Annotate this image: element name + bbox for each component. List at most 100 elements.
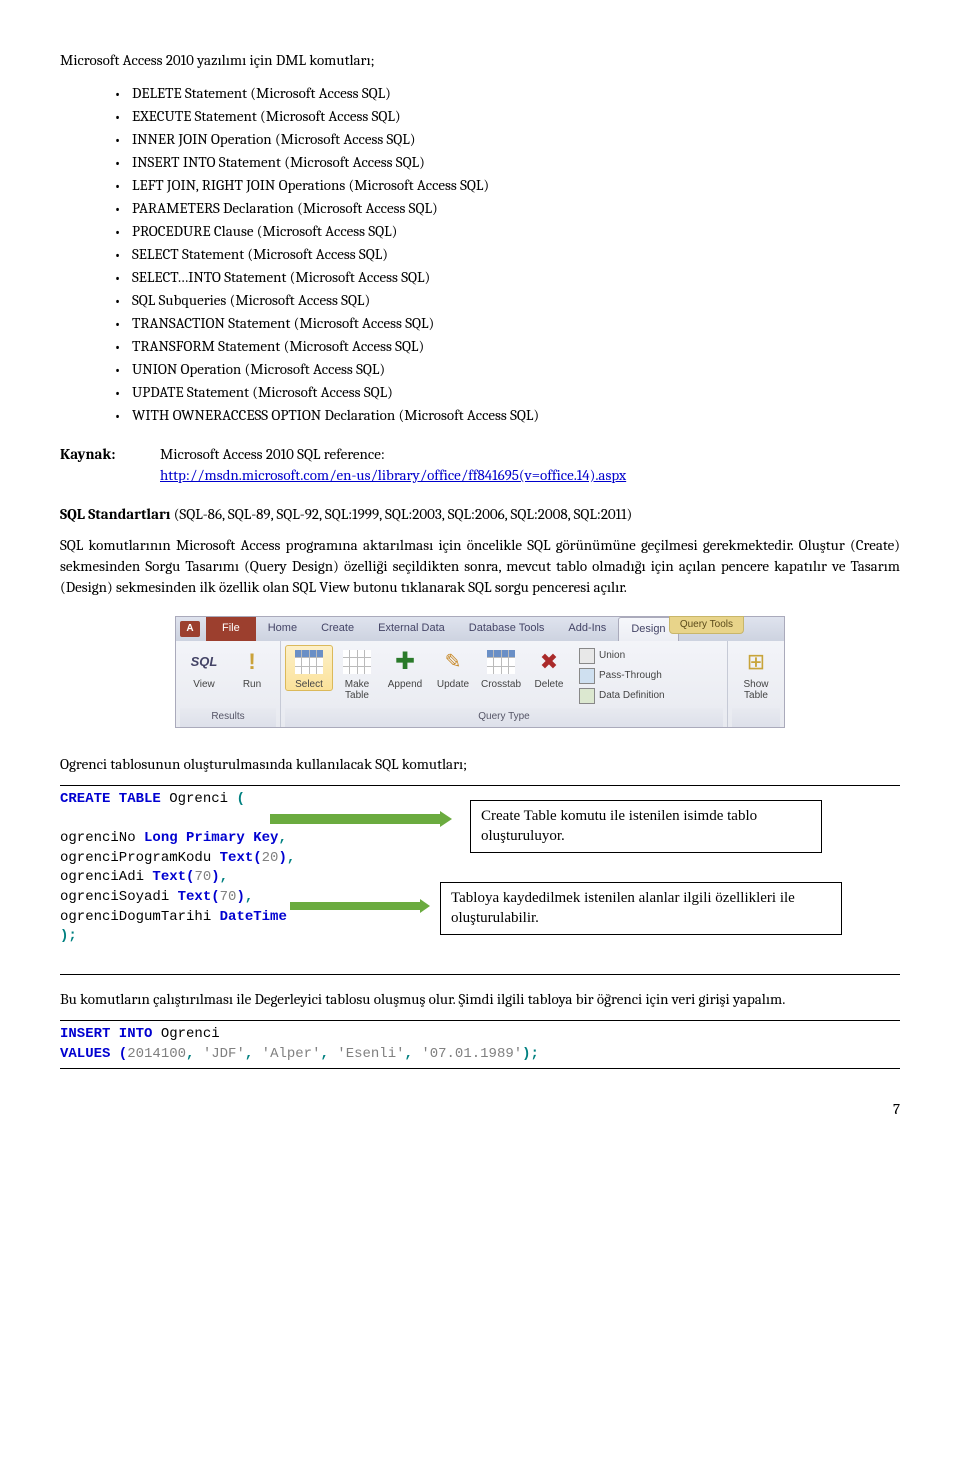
sql-view-icon: SQL bbox=[191, 653, 218, 671]
select-icon bbox=[294, 647, 324, 677]
delete-button[interactable]: ✖ Delete bbox=[525, 645, 573, 690]
code-text: CREATE TABLE bbox=[60, 791, 169, 807]
show-table-icon: ⊞ bbox=[741, 647, 771, 677]
instructions-para: SQL komutlarının Microsoft Access progra… bbox=[60, 535, 900, 598]
code-text: Text( bbox=[152, 869, 194, 885]
list-item: DELETE Statement (Microsoft Access SQL) bbox=[114, 83, 900, 104]
code-text: , bbox=[278, 830, 286, 846]
show-table-button[interactable]: ⊞ Show Table bbox=[732, 645, 780, 701]
code-text: '07.01.1989' bbox=[421, 1046, 522, 1062]
view-label: View bbox=[193, 679, 215, 690]
query-tools-badge: Query Tools bbox=[669, 616, 744, 634]
intro-text: Microsoft Access 2010 yazılımı için DML … bbox=[60, 50, 900, 71]
union-label: Union bbox=[599, 649, 625, 663]
source-line1: Microsoft Access 2010 SQL reference: bbox=[160, 445, 385, 463]
group-query-type: Select Make Table ✚ Append ✎ Update Cros… bbox=[281, 641, 728, 727]
group-results-label: Results bbox=[180, 708, 276, 727]
code-text: , bbox=[405, 1046, 422, 1062]
list-item: INNER JOIN Operation (Microsoft Access S… bbox=[114, 129, 900, 150]
append-icon: ✚ bbox=[390, 647, 420, 677]
code-text: ogrenciNo bbox=[60, 830, 144, 846]
code-text: , bbox=[287, 850, 295, 866]
group-show-table: ⊞ Show Table bbox=[728, 641, 784, 727]
append-label: Append bbox=[388, 679, 422, 690]
select-button[interactable]: Select bbox=[285, 645, 333, 691]
list-item: PARAMETERS Declaration (Microsoft Access… bbox=[114, 198, 900, 219]
list-item: UPDATE Statement (Microsoft Access SQL) bbox=[114, 382, 900, 403]
update-label: Update bbox=[437, 679, 469, 690]
data-definition-button[interactable]: Data Definition bbox=[577, 687, 667, 705]
union-icon bbox=[579, 648, 595, 664]
crosstab-button[interactable]: Crosstab bbox=[477, 645, 525, 690]
tab-create[interactable]: Create bbox=[309, 617, 366, 640]
crosstab-label: Crosstab bbox=[481, 679, 521, 690]
crosstab-icon bbox=[486, 647, 516, 677]
make-table-button[interactable]: Make Table bbox=[333, 645, 381, 701]
code-text: 70 bbox=[194, 869, 211, 885]
code-block-create: CREATE TABLE Ogrenci ( ogrenciNo Long Pr… bbox=[60, 785, 900, 975]
list-item: SELECT Statement (Microsoft Access SQL) bbox=[114, 244, 900, 265]
code-text: 'Alper' bbox=[262, 1046, 321, 1062]
data-definition-icon bbox=[579, 688, 595, 704]
code-text: 2014100 bbox=[127, 1046, 186, 1062]
tab-file[interactable]: File bbox=[206, 617, 256, 640]
pass-through-label: Pass-Through bbox=[599, 669, 662, 683]
code-text: ogrenciAdi bbox=[60, 869, 152, 885]
tab-external-data[interactable]: External Data bbox=[366, 617, 457, 640]
sql-standards-para: SQL Standartları (SQL-86, SQL-89, SQL-92… bbox=[60, 504, 900, 525]
list-item: TRANSACTION Statement (Microsoft Access … bbox=[114, 313, 900, 334]
list-item: INSERT INTO Statement (Microsoft Access … bbox=[114, 152, 900, 173]
update-icon: ✎ bbox=[438, 647, 468, 677]
code-text: 'Esenli' bbox=[337, 1046, 404, 1062]
tab-add-ins[interactable]: Add-Ins bbox=[556, 617, 618, 640]
code-text: , bbox=[186, 1046, 203, 1062]
ribbon-body: SQL View ! Run Results Select Make Table bbox=[176, 641, 784, 727]
code-text: ) bbox=[211, 869, 219, 885]
code-text: 70 bbox=[220, 889, 237, 905]
callout-fields: Tabloya kaydedilmek istenilen alanlar il… bbox=[440, 882, 842, 935]
make-table-icon bbox=[342, 647, 372, 677]
run-button[interactable]: ! Run bbox=[228, 645, 276, 690]
make-table-label: Make Table bbox=[345, 679, 369, 701]
run-label: Run bbox=[243, 679, 261, 690]
data-definition-label: Data Definition bbox=[599, 689, 665, 703]
code-text: VALUES ( bbox=[60, 1046, 127, 1062]
ribbon-tab-strip: A Query Tools File Home Create External … bbox=[176, 617, 784, 641]
union-button[interactable]: Union bbox=[577, 647, 667, 665]
code-text: ogrenciDogumTarihi bbox=[60, 909, 220, 925]
callout-create-table: Create Table komutu ile istenilen isimde… bbox=[470, 800, 822, 853]
source-row: Kaynak: Microsoft Access 2010 SQL refere… bbox=[60, 444, 900, 486]
pass-through-icon bbox=[579, 668, 595, 684]
sql-specific-column: Union Pass-Through Data Definition bbox=[573, 645, 671, 707]
code-text: ); bbox=[522, 1046, 539, 1062]
list-item: SELECT…INTO Statement (Microsoft Access … bbox=[114, 267, 900, 288]
code-text: DateTime bbox=[220, 909, 287, 925]
code-text: , bbox=[245, 889, 253, 905]
select-label: Select bbox=[295, 679, 323, 690]
ogrenci-intro: Ogrenci tablosunun oluşturulmasında kull… bbox=[60, 754, 900, 775]
code-text: , bbox=[245, 1046, 262, 1062]
code-text: , bbox=[220, 869, 228, 885]
tab-home[interactable]: Home bbox=[256, 617, 309, 640]
code-text: Text( bbox=[220, 850, 262, 866]
source-link[interactable]: http://msdn.microsoft.com/en-us/library/… bbox=[160, 466, 626, 484]
dml-list: DELETE Statement (Microsoft Access SQL) … bbox=[60, 83, 900, 426]
code-text: ( bbox=[236, 791, 244, 807]
update-button[interactable]: ✎ Update bbox=[429, 645, 477, 690]
list-item: WITH OWNERACCESS OPTION Declaration (Mic… bbox=[114, 405, 900, 426]
delete-icon: ✖ bbox=[534, 647, 564, 677]
code-text: INSERT INTO bbox=[60, 1026, 161, 1042]
page-number: 7 bbox=[60, 1099, 900, 1120]
pass-through-button[interactable]: Pass-Through bbox=[577, 667, 667, 685]
tab-database-tools[interactable]: Database Tools bbox=[457, 617, 557, 640]
append-button[interactable]: ✚ Append bbox=[381, 645, 429, 690]
sql-standards-body: (SQL-86, SQL-89, SQL-92, SQL:1999, SQL:2… bbox=[170, 505, 632, 523]
view-button[interactable]: SQL View bbox=[180, 645, 228, 690]
group-empty-label bbox=[732, 708, 780, 727]
list-item: EXECUTE Statement (Microsoft Access SQL) bbox=[114, 106, 900, 127]
app-icon: A bbox=[180, 621, 200, 637]
list-item: LEFT JOIN, RIGHT JOIN Operations (Micros… bbox=[114, 175, 900, 196]
code-text: , bbox=[320, 1046, 337, 1062]
list-item: UNION Operation (Microsoft Access SQL) bbox=[114, 359, 900, 380]
list-item: PROCEDURE Clause (Microsoft Access SQL) bbox=[114, 221, 900, 242]
